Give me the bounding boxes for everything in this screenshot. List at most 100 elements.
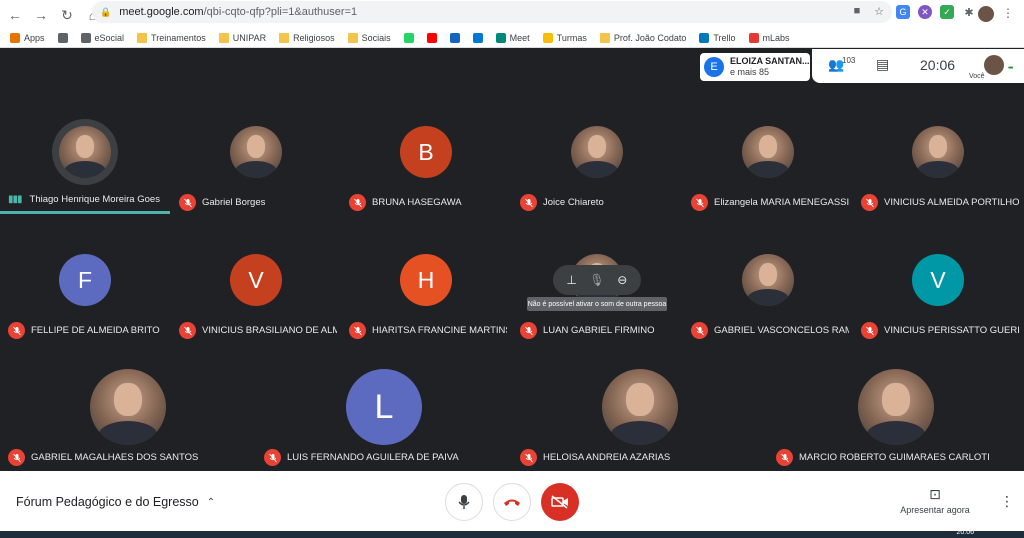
self-view-thumbnail[interactable] xyxy=(984,55,1004,75)
meet-bottom-bar: Fórum Pedagógico e do Egresso ⌃ ⊡ Aprese… xyxy=(0,471,1024,531)
mic-disabled-icon[interactable]: 🎙 xyxy=(586,269,608,291)
translate-extension-icon[interactable]: G xyxy=(896,5,910,19)
bookmark-item[interactable]: Treinamentos xyxy=(137,33,206,43)
bookmark-item[interactable]: Apps xyxy=(10,33,45,43)
bookmark-item[interactable]: mLabs xyxy=(748,33,790,43)
bookmark-item[interactable]: Prof. João Codato xyxy=(599,33,687,43)
remove-icon[interactable]: ⊖ xyxy=(611,269,633,291)
bookmark-item[interactable]: Religiosos xyxy=(279,33,335,43)
participant-name: MARCIO ROBERTO GUIMARAES CARLOTI xyxy=(799,452,990,463)
participant-name-row: VINICIUS ALMEIDA PORTILHO xyxy=(861,194,1019,211)
back-icon[interactable]: ← xyxy=(4,4,26,26)
address-bar[interactable]: 🔒 meet.google.com/qbi-cqto-qfp?pli=1&aut… xyxy=(92,1,892,23)
bookmark-item[interactable]: eSocial xyxy=(80,33,124,43)
participant-tile[interactable]: Joice Chiareto xyxy=(512,87,682,215)
bookmark-item[interactable]: UNIPAR xyxy=(218,33,267,43)
camera-icon[interactable]: ■ xyxy=(850,4,864,18)
participant-tile[interactable]: V VINICIUS BRASILIANO DE ALME... xyxy=(171,215,341,343)
browser-menu-icon[interactable]: ⋮ xyxy=(1002,6,1014,20)
bookmark-label: Prof. João Codato xyxy=(613,33,687,43)
more-options-icon[interactable]: ⋮ xyxy=(1000,493,1014,510)
participant-tile[interactable]: GABRIEL VASCONCELOS RAMOS xyxy=(683,215,853,343)
extension-icon[interactable]: ✕ xyxy=(918,5,932,19)
participant-tile[interactable]: Gabriel Borges xyxy=(171,87,341,215)
bookmark-item[interactable]: Turmas xyxy=(542,33,587,43)
participant-tile[interactable]: Elizangela MARIA MENEGASSI D... xyxy=(683,87,853,215)
mic-muted-icon xyxy=(691,322,708,339)
participant-name: BRUNA HASEGAWA xyxy=(372,197,462,208)
mic-muted-icon xyxy=(520,194,537,211)
people-count: 103 xyxy=(842,56,856,65)
participant-avatar: L xyxy=(346,369,422,445)
participant-avatar: F xyxy=(59,254,111,306)
bookmark-favicon-icon xyxy=(57,33,68,43)
mic-muted-icon xyxy=(264,449,281,466)
bookmark-label: UNIPAR xyxy=(232,33,267,43)
meeting-details-button[interactable]: Fórum Pedagógico e do Egresso ⌃ xyxy=(16,495,215,509)
bookmark-label: Turmas xyxy=(556,33,587,43)
mic-muted-icon xyxy=(179,322,196,339)
self-audio-indicator: ••• xyxy=(1008,65,1013,72)
participant-hover-controls: ⊥ 🎙 ⊖ xyxy=(553,265,641,295)
bookmark-item[interactable]: Sociais xyxy=(347,33,391,43)
participant-tile[interactable]: HELOISA ANDREIA AZARIAS xyxy=(512,343,768,471)
star-icon[interactable]: ☆ xyxy=(872,4,886,18)
participant-name-row: MARCIO ROBERTO GUIMARAES CARLOTI xyxy=(776,449,1020,466)
avatar-initial: F xyxy=(77,266,93,293)
participant-name: HELOISA ANDREIA AZARIAS xyxy=(543,452,671,463)
bookmark-item[interactable] xyxy=(403,33,414,43)
meeting-title: Fórum Pedagógico e do Egresso xyxy=(16,495,199,509)
chat-icon[interactable]: ▤ xyxy=(876,56,889,73)
participant-tile[interactable]: F FELLIPE DE ALMEIDA BRITO xyxy=(0,215,170,343)
folder-icon xyxy=(137,33,148,43)
bookmark-item[interactable] xyxy=(449,33,460,43)
bookmark-favicon-icon xyxy=(472,33,483,43)
bookmark-favicon-icon xyxy=(403,33,414,43)
participant-name: Gabriel Borges xyxy=(202,197,266,208)
bookmark-item[interactable]: Meet xyxy=(495,33,530,43)
folder-icon xyxy=(347,33,358,43)
participant-tile[interactable]: L LUIS FERNANDO AGUILERA DE PAIVA xyxy=(256,343,512,471)
mic-button[interactable] xyxy=(445,483,483,521)
folder-icon xyxy=(279,33,290,43)
participant-name-row: GABRIEL MAGALHAES DOS SANTOS xyxy=(8,449,252,466)
reload-icon[interactable]: ↻ xyxy=(56,4,78,26)
participant-avatar xyxy=(59,126,111,178)
participant-avatar xyxy=(571,126,623,178)
participant-avatar xyxy=(90,369,166,445)
bookmark-favicon-icon xyxy=(449,33,460,43)
shield-extension-icon[interactable]: ✓ xyxy=(940,5,954,19)
mic-muted-icon xyxy=(520,449,537,466)
chevron-up-icon: ⌃ xyxy=(206,496,216,508)
bookmark-item[interactable] xyxy=(472,33,483,43)
participant-name: GABRIEL MAGALHAES DOS SANTOS xyxy=(31,452,199,463)
os-taskbar: 20:06 xyxy=(0,529,1024,538)
participant-tile[interactable]: H HIARITSA FRANCINE MARTINS ... xyxy=(341,215,511,343)
avatar-initial: V xyxy=(248,266,264,293)
hang-up-button[interactable] xyxy=(493,483,531,521)
participant-name-row: ▮▮▮ Thiago Henrique Moreira Goes xyxy=(8,194,166,205)
present-now-button[interactable]: ⊡ Apresentar agora xyxy=(895,486,975,515)
puzzle-extensions-icon[interactable]: ✱ xyxy=(962,5,976,19)
pin-icon[interactable]: ⊥ xyxy=(561,269,583,291)
participant-name: LUAN GABRIEL FIRMINO xyxy=(543,325,655,336)
participant-name-row: Elizangela MARIA MENEGASSI D... xyxy=(691,194,849,211)
bookmark-item[interactable]: Trello xyxy=(699,33,736,43)
bookmark-item[interactable] xyxy=(57,33,68,43)
participant-tile[interactable]: B BRUNA HASEGAWA xyxy=(341,87,511,215)
bookmark-label: Trello xyxy=(713,33,736,43)
meet-top-bar: E ELOIZA SANTAN... e mais 85 👥 103 ▤ 20:… xyxy=(0,49,1024,86)
presenter-chip[interactable]: E ELOIZA SANTAN... e mais 85 xyxy=(700,53,810,81)
participant-tile[interactable]: V VINICIUS PERISSATTO GUERREI... xyxy=(853,215,1023,343)
participant-tile[interactable]: ▮▮▮ Thiago Henrique Moreira Goes xyxy=(0,87,170,215)
folder-icon xyxy=(599,33,610,43)
bookmark-item[interactable] xyxy=(426,33,437,43)
folder-icon xyxy=(218,33,229,43)
profile-avatar[interactable] xyxy=(978,6,994,22)
participant-tile[interactable]: VINICIUS ALMEIDA PORTILHO xyxy=(853,87,1023,215)
camera-off-button[interactable] xyxy=(541,483,579,521)
participant-tile[interactable]: GABRIEL MAGALHAES DOS SANTOS xyxy=(0,343,256,471)
forward-icon[interactable]: → xyxy=(30,4,52,26)
participant-tile[interactable]: MARCIO ROBERTO GUIMARAES CARLOTI xyxy=(768,343,1024,471)
participant-avatar xyxy=(742,126,794,178)
